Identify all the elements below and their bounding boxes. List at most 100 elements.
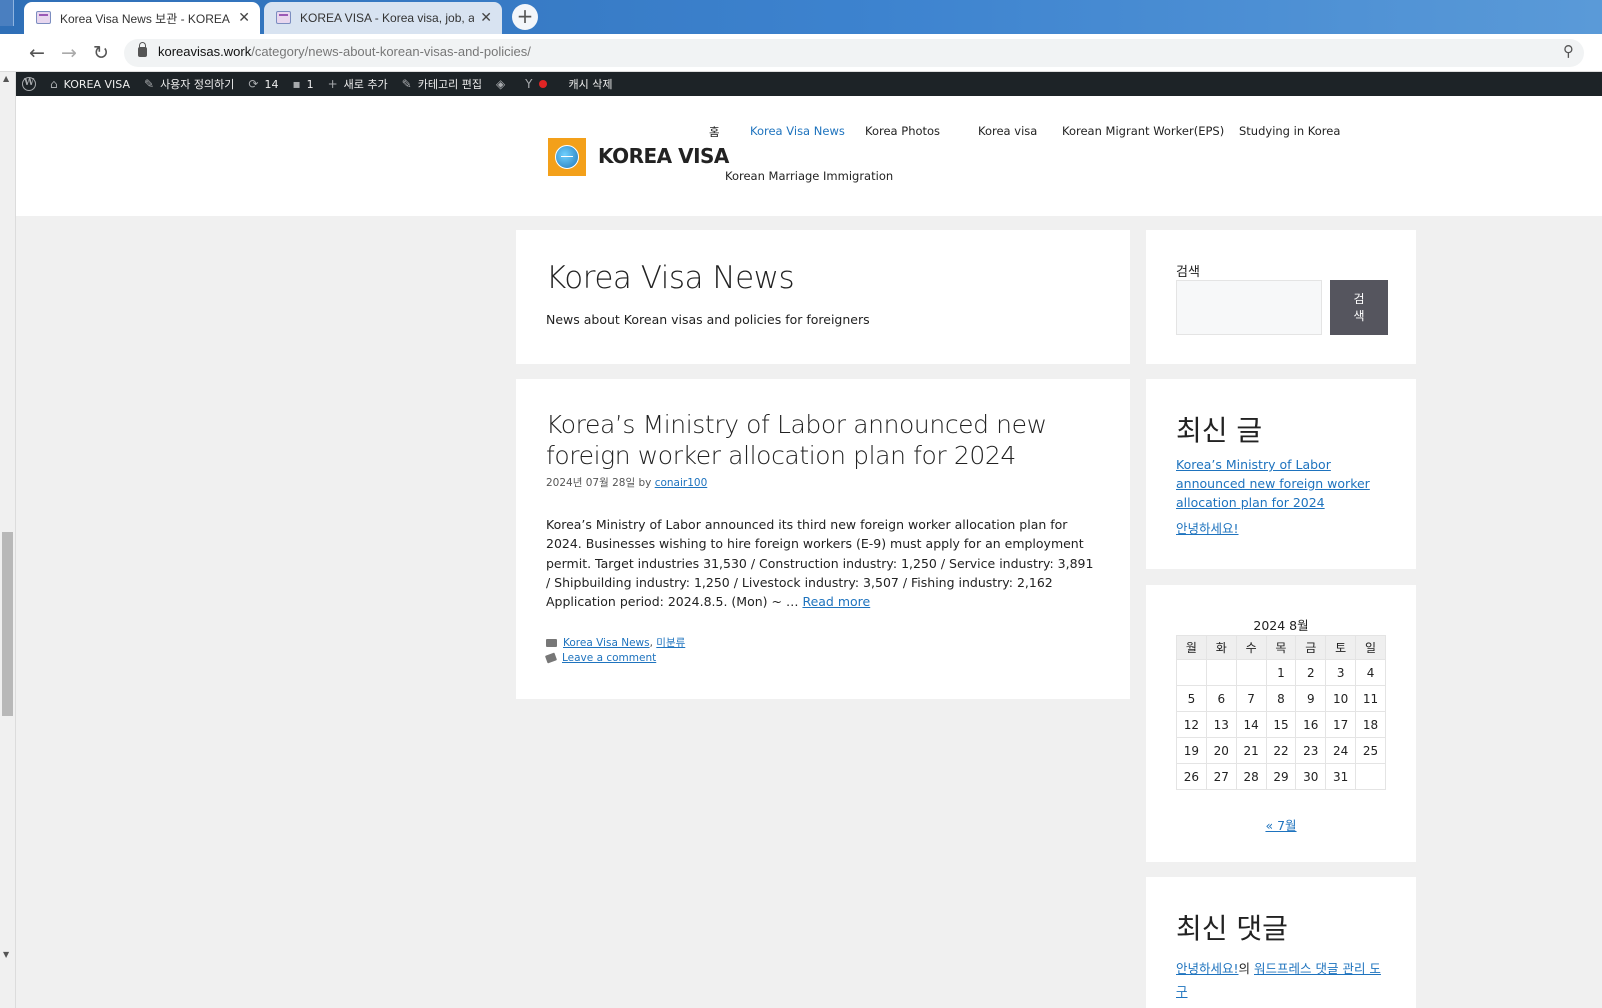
admin-clear-cache[interactable]: 캐시 삭제: [562, 72, 620, 96]
category-separator: ,: [649, 636, 653, 649]
yoast-icon: Y: [525, 77, 533, 91]
brush-icon: ✎: [144, 77, 155, 91]
calendar-empty-cell: [1205, 659, 1237, 686]
leave-comment-link[interactable]: Leave a comment: [562, 652, 656, 664]
calendar-prev-month-link[interactable]: « 7월: [1176, 815, 1386, 834]
scroll-thumb[interactable]: [2, 532, 13, 716]
recent-comments-widget: 최신 댓글 안녕하세요!의 워드프레스 댓글 관리 도구: [1146, 877, 1416, 1008]
post-date[interactable]: 2024년 07월 28일: [546, 477, 635, 489]
nav-item-korea-visa[interactable]: Korea visa: [978, 124, 1037, 138]
post-meta: 2024년 07월 28일 by conair100: [546, 475, 707, 490]
calendar-week-row: 19 20 21 22 23 24 25: [1176, 737, 1386, 764]
weekday-header: 금: [1295, 635, 1327, 660]
url-path: /category/news-about-korean-visas-and-po…: [251, 44, 531, 59]
browser-tab[interactable]: KOREA VISA - Korea visa, job, and life ✕: [264, 2, 502, 34]
nav-item-home[interactable]: 홈: [709, 124, 720, 140]
post-by: by: [638, 477, 652, 489]
folder-icon: [546, 638, 557, 647]
admin-comments[interactable]: ▪ 1: [285, 72, 320, 96]
post-author-link[interactable]: conair100: [655, 477, 708, 489]
calendar-week-row: 26 27 28 29 30 31: [1176, 763, 1386, 790]
scroll-up-icon[interactable]: ▲: [3, 74, 9, 83]
search-button[interactable]: 검색: [1330, 280, 1388, 335]
comment-icon: ▪: [292, 77, 301, 91]
browser-tab-active[interactable]: Korea Visa News 보관 - KOREA VISA ✕: [24, 2, 260, 34]
weekday-header: 화: [1205, 635, 1237, 660]
dashboard-icon: ⌂: [50, 77, 58, 91]
comment-post-link[interactable]: 안녕하세요!: [1176, 961, 1239, 976]
search-label: 검색: [1176, 265, 1200, 280]
reload-icon[interactable]: ↻: [88, 40, 114, 66]
admin-site-name[interactable]: ⌂ KOREA VISA: [43, 72, 137, 96]
nav-item-migrant-worker[interactable]: Korean Migrant Worker(EPS): [1062, 124, 1224, 138]
recent-post-link[interactable]: 안녕하세요!: [1176, 519, 1386, 538]
category-link-news[interactable]: Korea Visa News: [563, 637, 650, 649]
seo-status-dot-icon: [538, 80, 547, 88]
recent-comment-item: 안녕하세요!의 워드프레스 댓글 관리 도구: [1176, 957, 1391, 1003]
calendar-day: 19: [1176, 737, 1207, 764]
calendar-widget: 2024 8월 월 화 수 목 금 토 일 1 2 3 4 5 6 7 8 9 10 11 12 13 1…: [1146, 585, 1416, 862]
calendar-weekdays: 월 화 수 목 금 토 일: [1176, 635, 1386, 660]
category-link-uncategorized[interactable]: 미분류: [656, 635, 685, 650]
comment-bubble-icon: [544, 652, 558, 664]
calendar-day: 13: [1205, 711, 1237, 738]
search-widget: 검색 검색: [1146, 230, 1416, 364]
nav-item-korea-photos[interactable]: Korea Photos: [865, 124, 940, 138]
weekday-header: 월: [1176, 635, 1207, 660]
post-title[interactable]: Korea’s Ministry of Labor announced new …: [546, 409, 1086, 471]
weekday-header: 수: [1235, 635, 1267, 660]
new-tab-button[interactable]: +: [512, 4, 538, 30]
nav-item-marriage-immigration[interactable]: Korean Marriage Immigration: [725, 169, 893, 183]
admin-edit-category[interactable]: ✎ 카테고리 편집: [395, 72, 489, 96]
calendar-caption: 2024 8월: [1253, 618, 1309, 633]
calendar-day: 16: [1295, 711, 1327, 738]
archive-header: Korea Visa News News about Korean visas …: [516, 230, 1130, 364]
calendar-day: 23: [1295, 737, 1327, 764]
admin-edit-category-label: 카테고리 편집: [417, 78, 482, 91]
admin-comments-count: 1: [306, 77, 314, 91]
calendar-day: 4: [1355, 659, 1386, 686]
site-logo[interactable]: [548, 138, 586, 176]
calendar-day: 2: [1295, 659, 1327, 686]
recent-post-link[interactable]: Korea’s Ministry of Labor announced new …: [1176, 455, 1386, 512]
window-corner: [0, 0, 14, 26]
admin-customize-label: 사용자 정의하기: [160, 78, 235, 91]
admin-customize[interactable]: ✎ 사용자 정의하기: [137, 72, 241, 96]
left-scrollbar[interactable]: ▲ ▼: [0, 72, 16, 1008]
tab-title: Korea Visa News 보관 - KOREA VISA: [60, 11, 232, 26]
zoom-icon[interactable]: ⚲: [1563, 42, 1574, 60]
calendar-day: 14: [1235, 711, 1267, 738]
forward-arrow-icon[interactable]: →: [56, 40, 82, 66]
admin-cache-label: 캐시 삭제: [568, 78, 613, 91]
read-more-link[interactable]: Read more: [802, 594, 870, 609]
nav-item-korea-visa-news[interactable]: Korea Visa News: [750, 124, 845, 138]
search-input[interactable]: [1176, 280, 1322, 335]
wp-logo-menu[interactable]: W: [16, 72, 43, 96]
calendar-day: 12: [1176, 711, 1207, 738]
admin-new-label: 새로 추가: [343, 78, 388, 91]
calendar-day: 18: [1355, 711, 1386, 738]
close-tab-icon[interactable]: ✕: [238, 9, 250, 26]
calendar-day: 11: [1355, 685, 1386, 712]
scroll-down-icon[interactable]: ▼: [3, 950, 9, 959]
calendar-week-row: 12 13 14 15 16 17 18: [1176, 711, 1386, 738]
admin-plugin-diamond[interactable]: ◈: [489, 72, 518, 96]
site-title[interactable]: KOREA VISA: [598, 144, 729, 168]
page-title: Korea Visa News: [546, 260, 795, 296]
close-tab-icon[interactable]: ✕: [480, 9, 492, 26]
admin-new-content[interactable]: + 새로 추가: [321, 72, 395, 96]
url-input[interactable]: koreavisas.work/category/news-about-kore…: [124, 39, 1584, 67]
nav-item-studying[interactable]: Studying in Korea: [1239, 124, 1340, 138]
calendar-day: 9: [1295, 685, 1327, 712]
calendar-day: 6: [1205, 685, 1237, 712]
calendar-table: 월 화 수 목 금 토 일 1 2 3 4 5 6 7 8 9 10 11 12 13 14 15 16 17 1…: [1176, 635, 1386, 790]
calendar-day: 31: [1325, 763, 1357, 790]
recent-comments-title: 최신 댓글: [1176, 912, 1288, 945]
admin-yoast[interactable]: Y: [518, 72, 561, 96]
wp-admin-bar: W ⌂ KOREA VISA ✎ 사용자 정의하기 ⟳ 14 ▪ 1 + 새로 …: [16, 72, 1602, 96]
admin-updates[interactable]: ⟳ 14: [241, 72, 285, 96]
plus-icon: +: [327, 77, 338, 91]
site-header: KOREA VISA 홈 Korea Visa News Korea Photo…: [16, 96, 1602, 216]
calendar-day: 17: [1325, 711, 1357, 738]
back-arrow-icon[interactable]: ←: [24, 40, 50, 66]
